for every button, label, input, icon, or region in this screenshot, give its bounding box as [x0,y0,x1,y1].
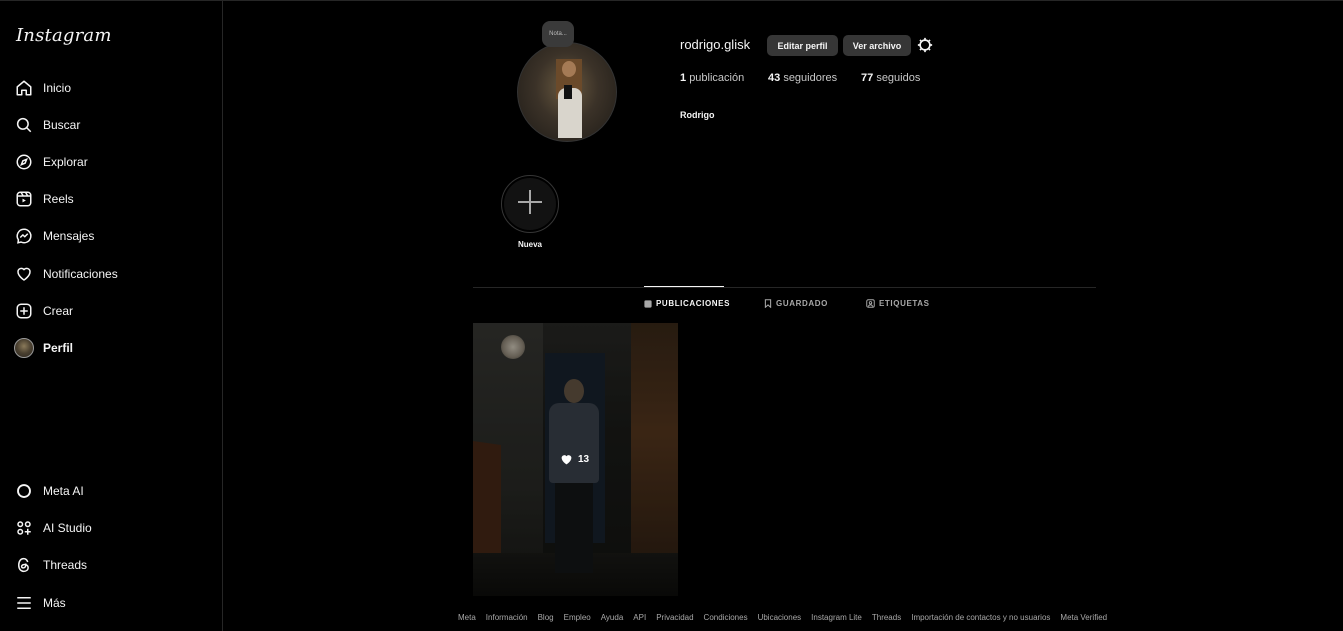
followers-count: 43 [768,72,781,84]
plus-square-icon [12,299,36,323]
footer-link[interactable]: Threads [872,613,901,622]
footer-link[interactable]: Ayuda [601,613,624,622]
followers-stat[interactable]: 43 seguidores [768,72,837,84]
sidebar-item-label: Threads [43,558,88,572]
tab-label: ETIQUETAS [879,299,930,308]
footer-link[interactable]: Privacidad [656,613,693,622]
sidebar-item-label: Explorar [43,155,88,169]
following-stat[interactable]: 77 seguidos [861,72,920,84]
footer-links: Meta Información Blog Empleo Ayuda API P… [458,613,1118,622]
grid-icon [644,299,652,308]
posts-label: publicación [689,72,745,84]
tab-publicaciones[interactable]: PUBLICACIONES [644,299,730,308]
sidebar-item-label: Mensajes [43,229,95,243]
sidebar-item-label: Crear [43,304,74,318]
view-archive-button[interactable]: Ver archivo [843,35,911,56]
note-bubble[interactable]: Nota... [542,21,574,47]
sidebar-item-label: Perfil [43,341,74,355]
avatar [12,336,36,360]
sidebar-item-label: Inicio [43,81,72,95]
likes-count: 13 [578,453,590,465]
sidebar: Instagram Inicio Buscar Explorar Reels M… [0,1,223,631]
footer-link[interactable]: Información [486,613,528,622]
sidebar-item-crear[interactable]: Crear [12,296,212,326]
heart-filled-icon [560,453,573,465]
sidebar-item-explorar[interactable]: Explorar [12,147,212,177]
footer-link[interactable]: Empleo [564,613,591,622]
followers-label: seguidores [783,72,838,84]
profile-full-name: Rodrigo [680,110,715,120]
sidebar-item-label: Notificaciones [43,267,118,281]
tab-guardado[interactable]: GUARDADO [764,299,828,308]
reels-icon [12,187,36,211]
sidebar-item-mensajes[interactable]: Mensajes [12,221,212,251]
footer-link[interactable]: Meta Verified [1060,613,1107,622]
sidebar-item-label: Más [43,596,66,610]
new-highlight-button[interactable] [501,175,559,233]
sidebar-item-notificaciones[interactable]: Notificaciones [12,259,212,289]
active-tab-indicator [644,286,724,287]
sidebar-item-mas[interactable]: Más [12,588,212,618]
sidebar-item-label: Reels [43,192,74,206]
new-highlight-label: Nueva [517,240,542,249]
tabs-divider [473,287,1096,288]
meta-ai-icon [12,479,36,503]
profile-picture[interactable] [517,42,617,142]
following-count: 77 [861,72,874,84]
sidebar-item-buscar[interactable]: Buscar [12,110,212,140]
tab-etiquetas[interactable]: ETIQUETAS [866,299,930,308]
edit-profile-button[interactable]: Editar perfil [767,35,838,56]
footer-link[interactable]: API [633,613,646,622]
instagram-logo[interactable]: Instagram [16,25,112,46]
sidebar-item-inicio[interactable]: Inicio [12,73,212,103]
footer-link[interactable]: Meta [458,613,476,622]
home-icon [12,76,36,100]
post-likes: 13 [560,453,589,465]
following-label: seguidos [876,72,921,84]
heart-icon [12,262,36,286]
sidebar-item-label: AI Studio [43,521,92,535]
sidebar-item-label: Buscar [43,118,81,132]
sidebar-item-ai-studio[interactable]: AI Studio [12,513,212,543]
tag-icon [866,299,875,308]
tab-label: GUARDADO [776,299,828,308]
bookmark-icon [764,299,772,308]
footer-link[interactable]: Blog [538,613,554,622]
sidebar-item-threads[interactable]: Threads [12,550,212,580]
footer-link[interactable]: Condiciones [704,613,748,622]
plus-icon [515,187,545,222]
gear-icon[interactable] [916,36,934,54]
sidebar-item-label: Meta AI [43,484,84,498]
compass-icon [12,150,36,174]
post-thumbnail[interactable]: 13 [473,323,678,596]
posts-count: 1 [680,72,687,84]
search-icon [12,113,36,137]
messenger-icon [12,224,36,248]
tab-label: PUBLICACIONES [656,299,731,308]
footer-link[interactable]: Ubicaciones [758,613,802,622]
menu-icon [12,591,36,615]
ai-studio-icon [12,516,36,540]
threads-icon [12,553,36,577]
posts-stat: 1 publicación [680,72,744,84]
footer-link[interactable]: Instagram Lite [811,613,862,622]
footer-link[interactable]: Importación de contactos y no usuarios [911,613,1050,622]
profile-username: rodrigo.glisk [680,37,751,52]
sidebar-item-meta-ai[interactable]: Meta AI [12,476,212,506]
sidebar-item-perfil[interactable]: Perfil [12,333,212,363]
sidebar-item-reels[interactable]: Reels [12,184,212,214]
